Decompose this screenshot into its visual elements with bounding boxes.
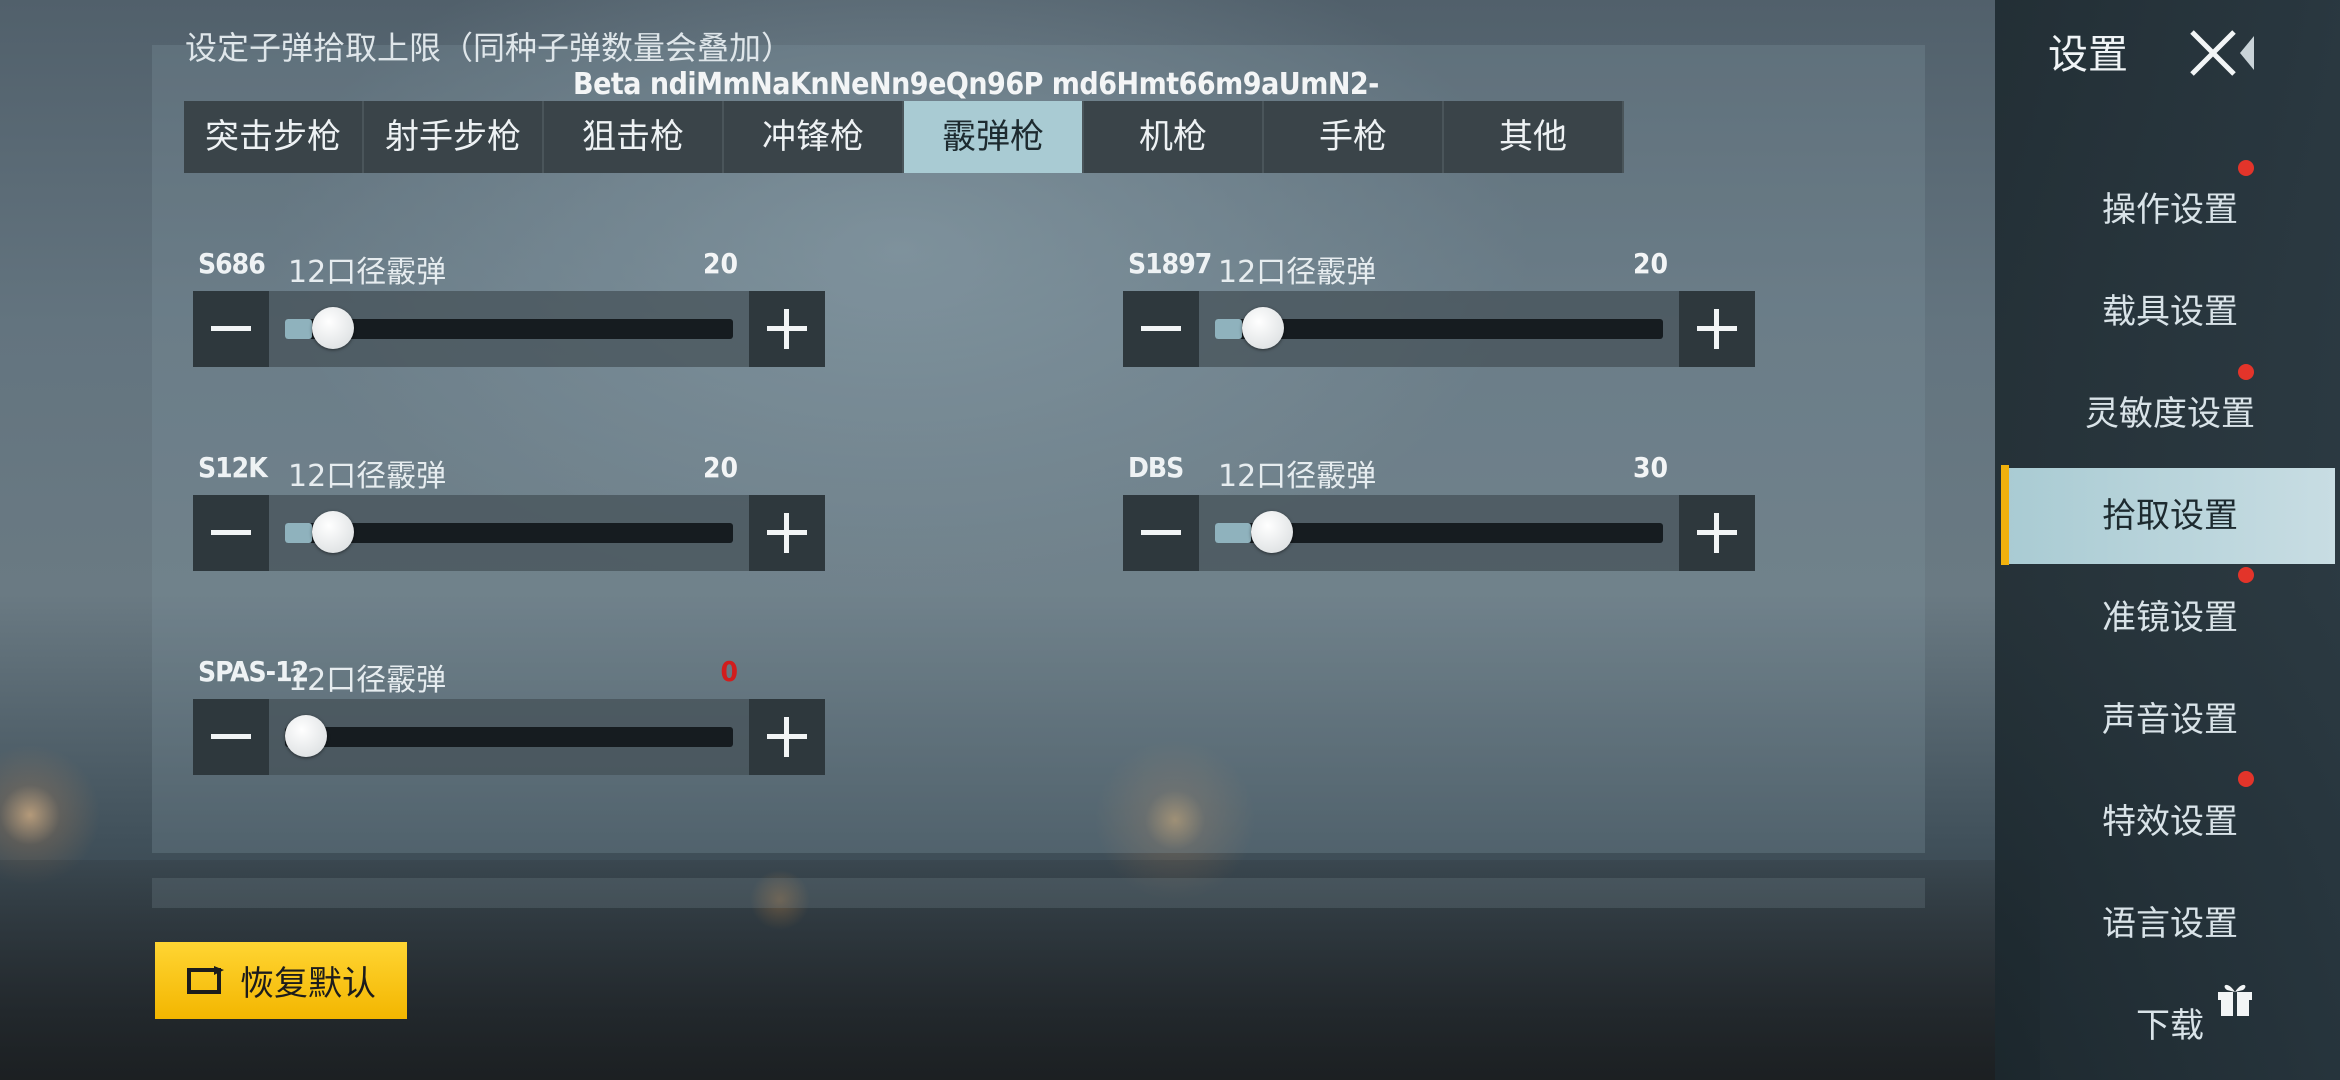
tab-machine-gun[interactable]: 机枪 xyxy=(1084,101,1264,173)
decrease-button[interactable] xyxy=(1123,495,1199,571)
weapon-name: S12K xyxy=(198,451,268,484)
pickup-count: 20 xyxy=(702,451,738,484)
decrease-button[interactable] xyxy=(193,699,269,775)
pickup-slider[interactable] xyxy=(285,511,733,553)
minus-icon xyxy=(211,530,251,535)
sidebar-item-pickup[interactable]: 拾取设置 xyxy=(2005,468,2335,564)
weapon-name: DBS xyxy=(1128,451,1184,484)
sidebar-item-language[interactable]: 语言设置 xyxy=(2005,876,2335,972)
weapon-item-s686: S686 12口径霰弹 20 xyxy=(193,247,825,379)
decrease-button[interactable] xyxy=(193,291,269,367)
minus-icon xyxy=(1141,530,1181,535)
tab-other[interactable]: 其他 xyxy=(1444,101,1624,173)
ammo-type: 12口径霰弹 xyxy=(288,255,447,290)
close-icon[interactable] xyxy=(2188,28,2258,78)
plus-icon xyxy=(767,513,807,553)
pickup-count: 0 xyxy=(720,655,738,688)
decrease-button[interactable] xyxy=(193,495,269,571)
pickup-slider[interactable] xyxy=(1215,511,1663,553)
pickup-count: 20 xyxy=(702,247,738,280)
sidebar-item-vehicle[interactable]: 载具设置 xyxy=(2005,264,2335,360)
sidebar-item-sensitivity[interactable]: 灵敏度设置 xyxy=(2005,366,2335,462)
slider-fill xyxy=(1215,319,1242,339)
restore-default-button[interactable]: 恢复默认 xyxy=(155,942,407,1019)
pickup-count: 20 xyxy=(1632,247,1668,280)
restore-default-label: 恢复默认 xyxy=(240,964,376,1004)
tab-pistol[interactable]: 手枪 xyxy=(1264,101,1444,173)
increase-button[interactable] xyxy=(749,495,825,571)
tab-marksman-rifle[interactable]: 射手步枪 xyxy=(364,101,544,173)
plus-icon xyxy=(1697,513,1737,553)
slider-fill xyxy=(1215,523,1251,543)
increase-button[interactable] xyxy=(749,291,825,367)
ammo-type: 12口径霰弹 xyxy=(288,663,447,698)
pickup-limit-description: 设定子弹拾取上限（同种子弹数量会叠加） xyxy=(185,30,794,66)
weapon-item-dbs: DBS 12口径霰弹 30 xyxy=(1123,451,1755,583)
slider-row xyxy=(1123,291,1755,367)
slider-knob[interactable] xyxy=(311,511,354,553)
slider-row xyxy=(193,495,825,571)
increase-button[interactable] xyxy=(1679,291,1755,367)
slider-row xyxy=(1123,495,1755,571)
weapon-category-tabs: 突击步枪 射手步枪 狙击枪 冲锋枪 霰弹枪 机枪 手枪 其他 xyxy=(184,101,1624,173)
slider-knob[interactable] xyxy=(285,715,327,757)
sidebar-item-controls[interactable]: 操作设置 xyxy=(2005,162,2335,258)
notice-dot xyxy=(2238,771,2254,787)
weapon-name: S686 xyxy=(198,247,266,280)
ammo-type: 12口径霰弹 xyxy=(1218,255,1377,290)
notice-dot xyxy=(2238,364,2254,380)
sidebar-item-audio[interactable]: 声音设置 xyxy=(2005,672,2335,768)
slider-row xyxy=(193,291,825,367)
increase-button[interactable] xyxy=(1679,495,1755,571)
panel-strip xyxy=(152,878,1925,908)
ammo-type: 12口径霰弹 xyxy=(288,459,447,494)
weapon-name: S1897 xyxy=(1128,247,1212,280)
slider-knob[interactable] xyxy=(1250,511,1293,553)
notice-dot xyxy=(2238,160,2254,176)
notice-dot xyxy=(2238,567,2254,583)
plus-icon xyxy=(767,717,807,757)
slider-knob[interactable] xyxy=(1241,307,1284,349)
slider-knob[interactable] xyxy=(311,307,354,349)
sidebar-title: 设置 xyxy=(2048,32,2128,78)
tab-smg[interactable]: 冲锋枪 xyxy=(724,101,904,173)
minus-icon xyxy=(1141,326,1181,331)
sidebar-item-effects[interactable]: 特效设置 xyxy=(2005,774,2335,870)
weapon-item-spas12: SPAS-12 12口径霰弹 0 xyxy=(193,655,825,787)
gift-icon[interactable] xyxy=(2215,978,2255,1018)
minus-icon xyxy=(211,326,251,331)
pickup-slider[interactable] xyxy=(1215,307,1663,349)
pickup-slider[interactable] xyxy=(285,715,733,757)
slider-fill xyxy=(285,319,312,339)
decrease-button[interactable] xyxy=(1123,291,1199,367)
weapon-item-s12k: S12K 12口径霰弹 20 xyxy=(193,451,825,583)
sidebar-item-download[interactable]: 下载 xyxy=(2005,978,2335,1074)
tab-shotgun[interactable]: 霰弹枪 xyxy=(904,101,1084,173)
slider-row xyxy=(193,699,825,775)
minus-icon xyxy=(211,734,251,739)
plus-icon xyxy=(767,309,807,349)
pickup-slider[interactable] xyxy=(285,307,733,349)
weapon-item-s1897: S1897 12口径霰弹 20 xyxy=(1123,247,1755,379)
pickup-count: 30 xyxy=(1632,451,1668,484)
tab-sniper-rifle[interactable]: 狙击枪 xyxy=(544,101,724,173)
active-indicator xyxy=(2001,465,2009,565)
ammo-type: 12口径霰弹 xyxy=(1218,459,1377,494)
beta-watermark: Beta ndiMmNaKnNeNn9eQn96P md6Hmt66m9aUmN… xyxy=(573,67,1379,102)
slider-fill xyxy=(285,523,312,543)
tab-assault-rifle[interactable]: 突击步枪 xyxy=(184,101,364,173)
sidebar-item-scope[interactable]: 准镜设置 xyxy=(2005,570,2335,666)
increase-button[interactable] xyxy=(749,699,825,775)
restore-icon xyxy=(187,965,224,994)
plus-icon xyxy=(1697,309,1737,349)
